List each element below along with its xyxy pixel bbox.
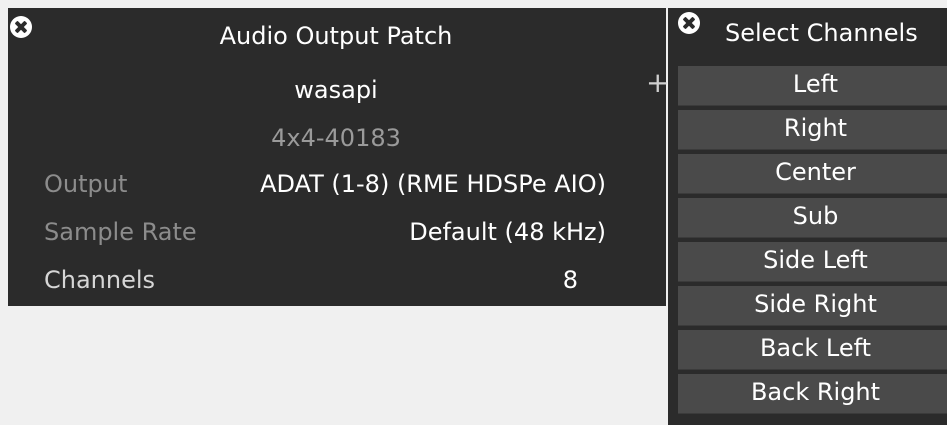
channel-back-right-button[interactable]: Back Right [678,374,947,414]
channel-left-button[interactable]: Left [678,66,947,106]
plus-icon[interactable]: + [646,68,669,98]
output-value[interactable]: ADAT (1-8) (RME HDSPe AIO) [260,168,606,200]
channel-side-right-button[interactable]: Side Right [678,286,947,326]
channel-side-left-button[interactable]: Side Left [678,242,947,282]
close-icon[interactable] [678,12,700,34]
select-channels-panel: Select Channels Left Right Center Sub Si… [668,8,947,425]
channel-list: Left Right Center Sub Side Left Side Rig… [678,66,947,418]
channel-sub-button[interactable]: Sub [678,198,947,238]
channels-value[interactable]: 8 [563,264,578,296]
output-label: Output [44,170,128,198]
driver-name: wasapi [294,76,378,104]
select-channels-title: Select Channels [725,19,918,47]
sample-rate-value[interactable]: Default (48 kHz) [409,216,606,248]
device-id: 4x4-40183 [271,124,401,152]
channel-right-button[interactable]: Right [678,110,947,150]
channel-center-button[interactable]: Center [678,154,947,194]
channels-label: Channels [44,266,156,294]
panel-title: Audio Output Patch [219,22,453,50]
audio-output-patch-panel: Audio Output Patch wasapi 4x4-40183 Outp… [8,8,669,306]
sample-rate-label: Sample Rate [44,218,197,246]
channel-back-left-button[interactable]: Back Left [678,330,947,370]
audio-patch-window: Audio Output Patch wasapi 4x4-40183 Outp… [0,0,947,425]
